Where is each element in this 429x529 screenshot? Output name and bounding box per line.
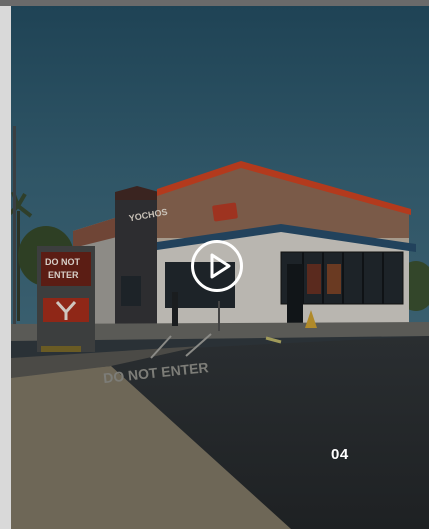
slide-number: 04 bbox=[331, 446, 349, 463]
left-rail bbox=[0, 6, 11, 529]
page: YOCHOS DO NOT ENTER DO NOT ENTER 04 bbox=[0, 0, 429, 529]
media-slide[interactable]: YOCHOS DO NOT ENTER DO NOT ENTER 04 bbox=[11, 6, 429, 529]
play-icon bbox=[210, 253, 231, 279]
play-button[interactable] bbox=[191, 240, 243, 292]
